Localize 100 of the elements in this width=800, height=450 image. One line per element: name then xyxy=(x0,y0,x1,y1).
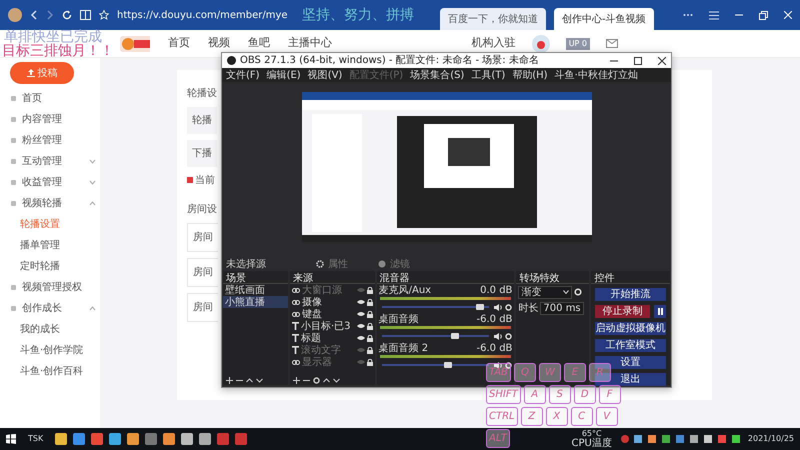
chevron-up-icon[interactable] xyxy=(246,377,253,384)
source-name[interactable]: 小目标·已3 xyxy=(300,318,351,334)
sidebar-item[interactable]: 粉丝管理 xyxy=(10,130,100,151)
restore-icon[interactable] xyxy=(759,10,768,20)
nav-link[interactable]: 首页 xyxy=(168,35,190,52)
chevron-down-icon[interactable] xyxy=(332,377,340,384)
sidebar-item[interactable]: 首页 xyxy=(10,88,100,109)
lock-icon[interactable] xyxy=(366,358,373,366)
lock-icon[interactable] xyxy=(366,286,373,294)
taskbar-app-icon[interactable] xyxy=(127,433,140,445)
sidebar-item[interactable]: 定时轮播 xyxy=(10,256,100,277)
control-button[interactable]: 设置 xyxy=(595,356,666,369)
slider-thumb[interactable] xyxy=(444,362,452,368)
control-button[interactable]: 工作室模式 xyxy=(595,339,666,352)
nav-link[interactable]: 鱼吧 xyxy=(248,35,270,52)
star-icon[interactable] xyxy=(99,10,109,20)
source-name[interactable]: 摄像 xyxy=(302,294,322,310)
menu-item[interactable]: 工具(T) xyxy=(471,68,506,82)
chevron-up-icon[interactable] xyxy=(322,377,330,384)
gear-icon[interactable] xyxy=(505,362,512,368)
gear-icon[interactable] xyxy=(505,332,512,340)
source-name[interactable]: 键盘 xyxy=(302,306,322,322)
slider-thumb[interactable] xyxy=(451,333,460,339)
avatar-icon[interactable] xyxy=(532,34,550,52)
scene-item[interactable]: 壁纸画面 xyxy=(223,284,288,296)
logo-icon[interactable] xyxy=(120,36,150,52)
lock-icon[interactable] xyxy=(366,334,373,342)
speaker-icon[interactable] xyxy=(494,362,504,368)
nav-link[interactable]: 主播中心 xyxy=(288,35,332,52)
mail-icon[interactable] xyxy=(606,39,618,48)
gear-icon[interactable] xyxy=(505,304,512,310)
menu-item[interactable]: 斗鱼·中秋佳灯立灿 xyxy=(554,68,638,82)
lock-icon[interactable] xyxy=(366,346,373,354)
source-name[interactable]: 标题 xyxy=(300,330,321,346)
speaker-icon[interactable] xyxy=(494,332,504,340)
pause-button[interactable] xyxy=(654,305,666,318)
org-link[interactable]: 机构入驻 xyxy=(472,35,516,52)
reader-icon[interactable] xyxy=(80,10,91,20)
form-field[interactable]: 房间 xyxy=(187,223,218,252)
menu-icon[interactable] xyxy=(709,10,719,20)
scene-item[interactable]: 小熊直播 xyxy=(223,296,288,308)
chevron-down-icon[interactable] xyxy=(256,377,263,384)
plus-icon[interactable] xyxy=(292,377,300,384)
tray-icons-drawing[interactable] xyxy=(620,434,740,444)
form-field[interactable]: 轮播 xyxy=(187,107,217,134)
eye-icon[interactable] xyxy=(356,335,365,341)
close-icon[interactable] xyxy=(658,56,666,64)
plus-icon[interactable] xyxy=(226,377,233,384)
menu-item[interactable]: 帮助(H) xyxy=(512,68,548,82)
reload-icon[interactable] xyxy=(62,10,72,20)
menu-item[interactable]: 编辑(E) xyxy=(266,68,301,82)
slider-thumb[interactable] xyxy=(476,304,484,310)
sidebar-item[interactable]: 视频管理授权 xyxy=(10,277,100,298)
speaker-icon[interactable] xyxy=(494,304,504,310)
taskbar-app-icon[interactable] xyxy=(163,433,176,445)
browser-tab[interactable]: 百度一下，你就知道 xyxy=(440,8,546,30)
taskbar-app-icon[interactable] xyxy=(145,433,158,445)
lock-icon[interactable] xyxy=(366,298,373,306)
nav-link[interactable]: 视频 xyxy=(208,35,230,52)
eye-icon[interactable] xyxy=(356,323,365,329)
source-name[interactable]: 显示器 xyxy=(302,354,332,370)
minus-icon[interactable] xyxy=(236,377,243,384)
stop-recording-button[interactable]: 停止录制 xyxy=(595,305,650,318)
sidebar-item[interactable]: 斗鱼·创作学院 xyxy=(10,340,100,361)
maximize-icon[interactable] xyxy=(634,56,642,64)
source-name[interactable]: 大窗口源 xyxy=(302,282,342,298)
taskbar-app-icon[interactable] xyxy=(109,433,122,445)
taskbar-app-icon[interactable] xyxy=(181,433,194,445)
back-icon[interactable] xyxy=(30,10,38,20)
source-name[interactable]: 滚动文字 xyxy=(300,342,341,358)
windows-icon[interactable] xyxy=(6,434,16,444)
lock-icon[interactable] xyxy=(366,310,373,318)
lock-icon[interactable] xyxy=(366,322,373,330)
sidebar-item[interactable]: 播单管理 xyxy=(10,235,100,256)
gear-icon[interactable] xyxy=(312,377,320,384)
taskbar-app-icon[interactable] xyxy=(199,433,212,445)
duration-field[interactable]: 700 ms xyxy=(540,302,584,314)
form-field[interactable]: 房间 xyxy=(187,293,218,322)
browser-tab[interactable]: 创作中心-斗鱼视频 xyxy=(554,8,654,30)
gear-icon[interactable] xyxy=(574,288,582,296)
sidebar-item[interactable]: 收益管理 xyxy=(10,172,100,193)
minus-icon[interactable] xyxy=(302,377,310,384)
taskbar-app-icon[interactable] xyxy=(91,433,104,445)
form-field[interactable]: 房间 xyxy=(187,258,218,287)
eye-icon[interactable] xyxy=(356,311,365,317)
menu-item[interactable]: 文件(F) xyxy=(226,68,260,82)
sidebar-item[interactable]: 互动管理 xyxy=(10,151,100,172)
transition-select[interactable]: 渐变 xyxy=(518,286,572,298)
taskbar-app-icon[interactable] xyxy=(73,433,86,445)
control-button[interactable]: 启动虚拟摄像机 xyxy=(595,322,666,335)
control-button[interactable]: 开始推流 xyxy=(595,288,666,301)
form-field[interactable]: 下播 xyxy=(187,140,217,167)
menu-item[interactable]: 视图(V) xyxy=(308,68,342,82)
sidebar-item[interactable]: 我的成长 xyxy=(10,319,100,340)
more-icon[interactable] xyxy=(683,13,693,17)
sidebar-item[interactable]: 创作成长 xyxy=(10,298,100,319)
sidebar-item[interactable]: 视频轮播 xyxy=(10,193,100,214)
avatar-icon[interactable] xyxy=(8,8,22,22)
sidebar-item[interactable]: 斗鱼·创作百科 xyxy=(10,361,100,382)
sidebar-item[interactable]: 内容管理 xyxy=(10,109,100,130)
